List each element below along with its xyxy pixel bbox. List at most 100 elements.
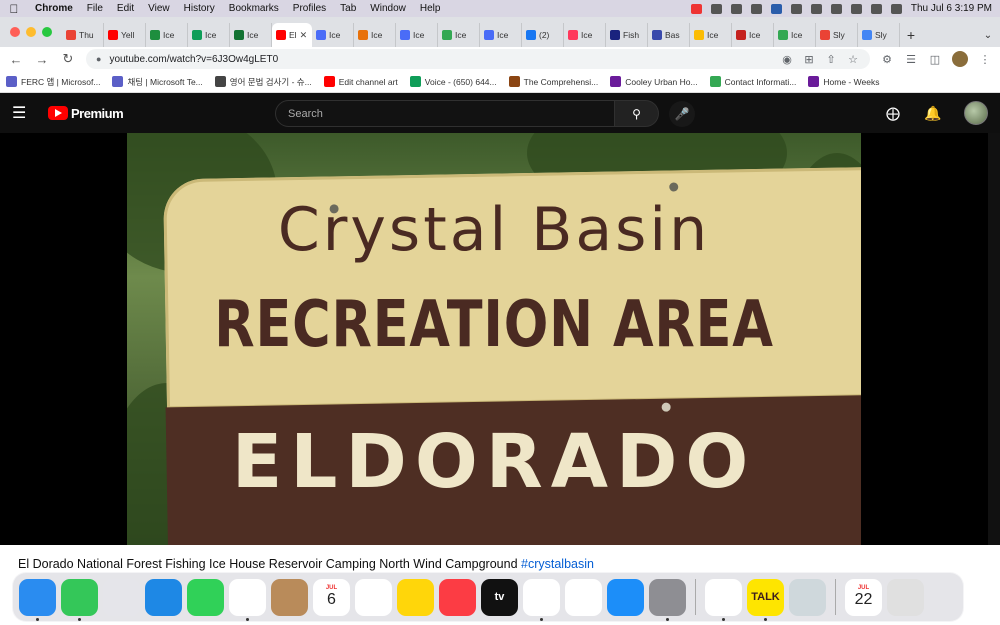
dock-music-icon[interactable]: [439, 578, 476, 616]
menu-clock[interactable]: Thu Jul 6 3:19 PM: [911, 3, 992, 14]
dock-app-store-icon[interactable]: [607, 578, 644, 616]
dock-kakaotalk-icon[interactable]: TALK: [747, 578, 784, 621]
menu-view[interactable]: View: [141, 3, 177, 14]
dock-contacts-icon[interactable]: [271, 578, 308, 616]
minimize-window-button[interactable]: [26, 27, 36, 37]
dock-calendar-2-icon[interactable]: JUL 22: [845, 578, 882, 616]
close-window-button[interactable]: [10, 27, 20, 37]
tab-search-chevron-icon[interactable]: ⌄: [976, 23, 1000, 47]
dock-system-settings-icon[interactable]: [649, 578, 686, 621]
bookmark-item[interactable]: Voice - (650) 644...: [409, 76, 497, 87]
browser-tab[interactable]: Yell: [104, 23, 146, 47]
menu-history[interactable]: History: [177, 3, 222, 14]
dock-cursor-app-icon[interactable]: [705, 578, 742, 621]
bookmark-item[interactable]: Edit channel art: [323, 76, 398, 87]
battery-icon[interactable]: [790, 3, 802, 14]
dock-notes-icon[interactable]: [397, 578, 434, 616]
browser-tab[interactable]: Ice: [146, 23, 188, 47]
music-icon[interactable]: [750, 3, 762, 14]
dock-mail-icon[interactable]: [145, 578, 182, 616]
browser-tab[interactable]: Ice: [438, 23, 480, 47]
bookmark-star-icon[interactable]: ☆: [846, 52, 860, 66]
page-scrollbar[interactable]: [988, 133, 1000, 545]
create-video-icon[interactable]: ⨁: [884, 105, 902, 122]
dock-photos-icon[interactable]: [229, 578, 266, 621]
browser-tab[interactable]: Ice: [354, 23, 396, 47]
menu-window[interactable]: Window: [363, 3, 413, 14]
siri-icon[interactable]: [890, 3, 902, 14]
media-queue-icon[interactable]: ☰: [904, 52, 918, 66]
dock-facetime-icon[interactable]: [187, 578, 224, 616]
video-frame[interactable]: Crystal Basin RECREATION AREA ELDORADO: [127, 133, 861, 545]
side-panel-icon[interactable]: ◫: [928, 52, 942, 66]
video-hashtag-link[interactable]: #crystalbasin: [521, 557, 594, 571]
flag-icon[interactable]: [770, 3, 782, 14]
apple-icon[interactable]: : [0, 2, 28, 16]
wifi-icon[interactable]: [830, 3, 842, 14]
browser-tab[interactable]: El ✕: [272, 23, 312, 47]
play-icon[interactable]: [730, 3, 742, 14]
zoom-window-button[interactable]: [42, 27, 52, 37]
site-info-icon[interactable]: ●: [96, 54, 101, 64]
dock-reminders-icon[interactable]: [355, 578, 392, 616]
spotlight-icon[interactable]: [850, 3, 862, 14]
dock-news-icon[interactable]: [565, 578, 602, 616]
hamburger-menu-icon[interactable]: ☰: [12, 103, 38, 123]
menu-chrome[interactable]: Chrome: [28, 3, 80, 14]
reload-icon[interactable]: ↻: [60, 51, 76, 67]
address-bar[interactable]: ● youtube.com/watch?v=6J3Ow4gLET0 ◉ ⊞ ⇧ …: [86, 49, 870, 69]
messenger-icon[interactable]: [710, 3, 722, 14]
notifications-bell-icon[interactable]: 🔔: [924, 105, 942, 122]
browser-tab[interactable]: Ice: [480, 23, 522, 47]
share-icon[interactable]: ⇧: [824, 52, 838, 66]
bluetooth-icon[interactable]: [810, 3, 822, 14]
dock-chrome-icon[interactable]: [523, 578, 560, 621]
browser-tab[interactable]: Ice: [774, 23, 816, 47]
menu-tab[interactable]: Tab: [333, 3, 363, 14]
back-icon[interactable]: ←: [8, 52, 24, 67]
menu-bookmarks[interactable]: Bookmarks: [222, 3, 286, 14]
profile-avatar[interactable]: [952, 51, 968, 67]
dock-tv-icon[interactable]: tv: [481, 578, 518, 616]
control-center-icon[interactable]: [870, 3, 882, 14]
microphone-icon[interactable]: 🎤: [669, 100, 695, 127]
dock-preview-icon[interactable]: [789, 578, 826, 616]
dock-trash-icon[interactable]: [887, 578, 924, 616]
youtube-logo[interactable]: Premium: [48, 106, 124, 121]
bookmark-item[interactable]: The Comprehensi...: [508, 76, 598, 87]
video-player[interactable]: Crystal Basin RECREATION AREA ELDORADO: [0, 133, 988, 545]
browser-tab[interactable]: Fish: [606, 23, 648, 47]
menu-edit[interactable]: Edit: [110, 3, 141, 14]
browser-tab[interactable]: Ice: [312, 23, 354, 47]
bookmark-item[interactable]: Cooley Urban Ho...: [610, 76, 698, 87]
chrome-menu-icon[interactable]: ⋮: [978, 52, 992, 66]
browser-tab[interactable]: Thu: [62, 23, 104, 47]
notification-icon[interactable]: [690, 3, 702, 14]
search-input[interactable]: [275, 100, 615, 127]
bookmark-item[interactable]: Home - Weeks: [808, 76, 879, 87]
bookmark-item[interactable]: Contact Informati...: [709, 76, 796, 87]
browser-tab[interactable]: Ice: [732, 23, 774, 47]
bookmark-item[interactable]: 채팅 | Microsoft Te...: [112, 76, 203, 88]
tab-close-icon[interactable]: ✕: [300, 30, 308, 41]
browser-tab[interactable]: Sly: [816, 23, 858, 47]
browser-tab[interactable]: Sly: [858, 23, 900, 47]
install-app-icon[interactable]: ⊞: [802, 52, 816, 66]
menu-file[interactable]: File: [80, 3, 110, 14]
bookmark-item[interactable]: FERC 앱 | Microsof...: [6, 76, 100, 88]
dock-launchpad-icon[interactable]: [103, 578, 140, 616]
forward-icon[interactable]: →: [34, 52, 50, 67]
browser-tab[interactable]: Ice: [230, 23, 272, 47]
dock-finder-icon[interactable]: [19, 578, 56, 621]
new-tab-button[interactable]: +: [900, 23, 922, 47]
browser-tab[interactable]: (2): [522, 23, 564, 47]
browser-tab[interactable]: Ice: [188, 23, 230, 47]
browser-tab[interactable]: Ice: [396, 23, 438, 47]
extensions-icon[interactable]: ⚙: [880, 52, 894, 66]
account-avatar[interactable]: [964, 101, 988, 125]
google-lens-icon[interactable]: ◉: [780, 52, 794, 66]
bookmark-item[interactable]: 영어 문법 검사기 - 슈...: [214, 76, 312, 88]
browser-tab[interactable]: Bas: [648, 23, 690, 47]
browser-tab[interactable]: Ice: [690, 23, 732, 47]
browser-tab[interactable]: Ice: [564, 23, 606, 47]
